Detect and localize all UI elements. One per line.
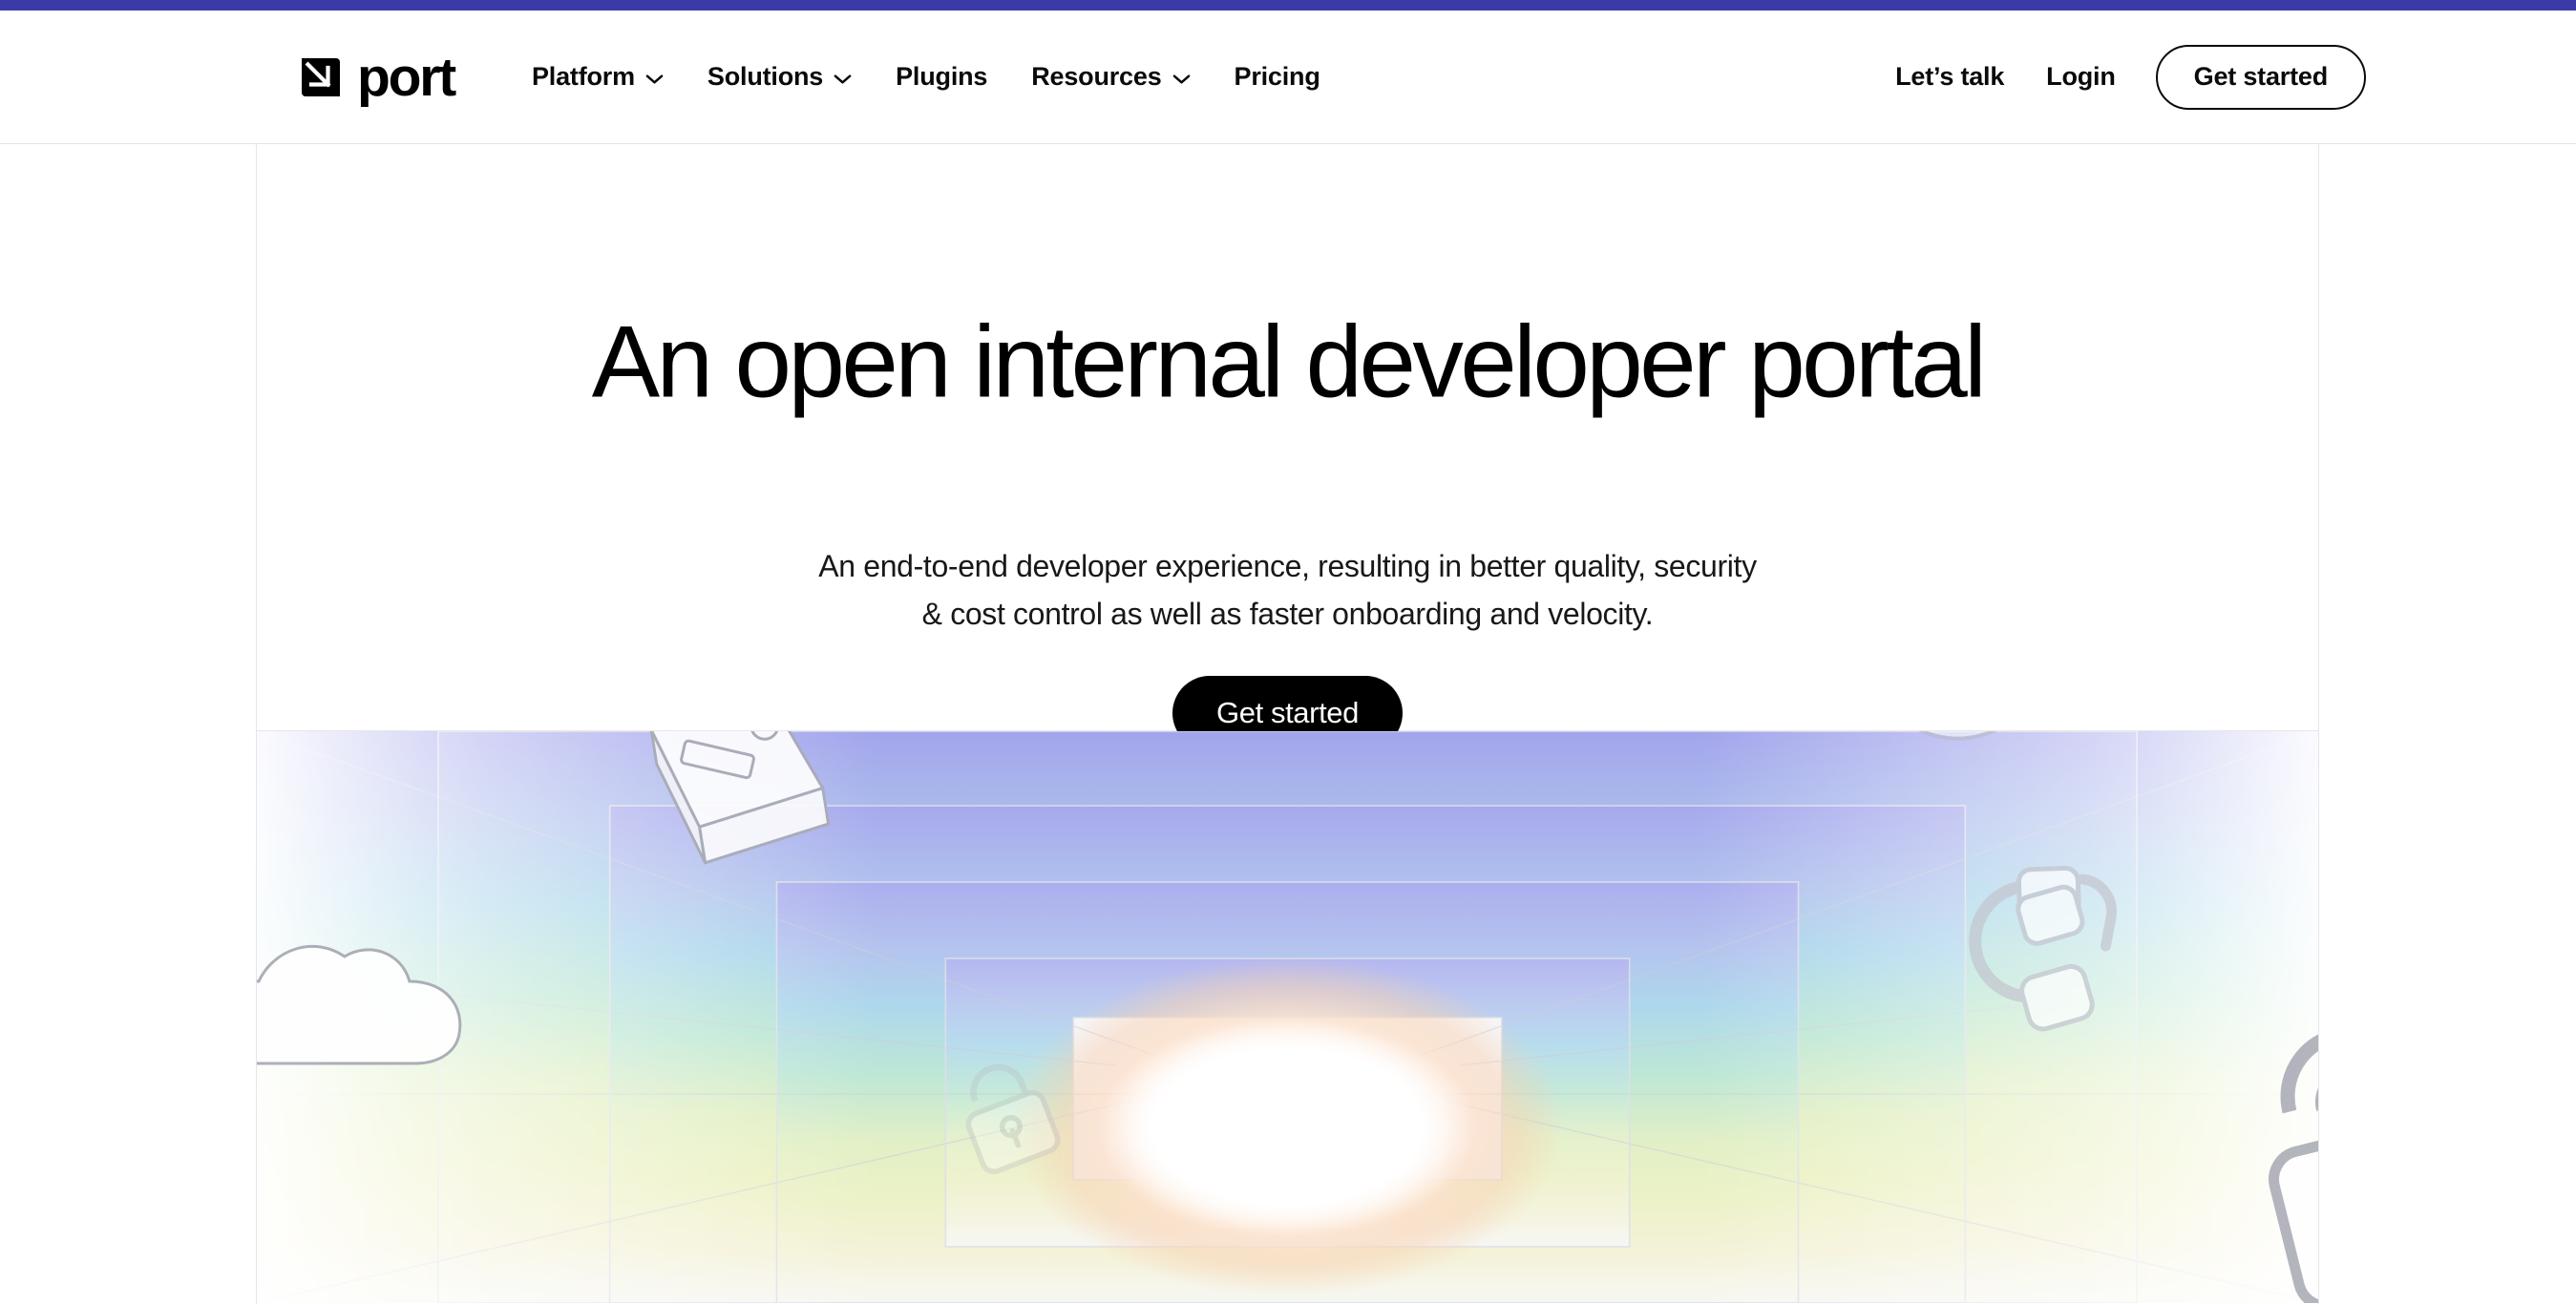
port-arrow-square-logo-icon bbox=[302, 57, 340, 96]
hero-section: An open internal developer portal An end… bbox=[256, 144, 2319, 1304]
nav-item-platform[interactable]: Platform bbox=[510, 53, 686, 101]
nav-item-label: Resources bbox=[1031, 62, 1162, 91]
nav-item-label: Solutions bbox=[707, 62, 824, 91]
page-root: port Platform Solutions Plugins Resource… bbox=[0, 0, 2576, 1304]
page-title: An open internal developer portal bbox=[591, 304, 1987, 419]
chevron-down-icon bbox=[834, 74, 852, 84]
login-link[interactable]: Login bbox=[2025, 53, 2136, 101]
nav-item-resources[interactable]: Resources bbox=[1009, 53, 1212, 101]
hero-subtitle-line-2: & cost control as well as faster onboard… bbox=[921, 596, 1654, 631]
nav-item-label: Pricing bbox=[1234, 62, 1320, 91]
hero-copy-block: An open internal developer portal An end… bbox=[257, 144, 2318, 750]
chevron-down-icon bbox=[645, 74, 664, 84]
top-accent-bar bbox=[0, 0, 2576, 11]
layout-gutter-right bbox=[2320, 144, 2576, 1304]
site-header: port Platform Solutions Plugins Resource… bbox=[0, 11, 2576, 144]
nav-item-label: Platform bbox=[532, 62, 635, 91]
main-navigation: Platform Solutions Plugins Resources Pri… bbox=[510, 53, 1342, 101]
chevron-down-icon bbox=[1172, 74, 1190, 84]
nav-item-solutions[interactable]: Solutions bbox=[686, 53, 874, 101]
nav-item-label: Plugins bbox=[896, 62, 988, 91]
header-inner: port Platform Solutions Plugins Resource… bbox=[0, 11, 2576, 143]
brand-wordmark: port bbox=[357, 47, 456, 108]
perspective-corridor-illustration-icon bbox=[257, 731, 2318, 1303]
hero-subtitle-line-1: An end-to-end developer experience, resu… bbox=[818, 549, 1757, 583]
nav-item-plugins[interactable]: Plugins bbox=[874, 53, 1009, 101]
header-get-started-button[interactable]: Get started bbox=[2155, 44, 2366, 110]
hero-subtitle: An end-to-end developer experience, resu… bbox=[257, 543, 2318, 639]
lets-talk-link[interactable]: Let’s talk bbox=[1874, 53, 2025, 101]
header-actions: Let’s talk Login Get started bbox=[1874, 44, 2366, 110]
layout-gutter-left bbox=[0, 144, 256, 1304]
hero-illustration bbox=[257, 731, 2318, 1303]
brand-logo-link[interactable]: port bbox=[298, 47, 456, 108]
nav-item-pricing[interactable]: Pricing bbox=[1213, 53, 1342, 101]
